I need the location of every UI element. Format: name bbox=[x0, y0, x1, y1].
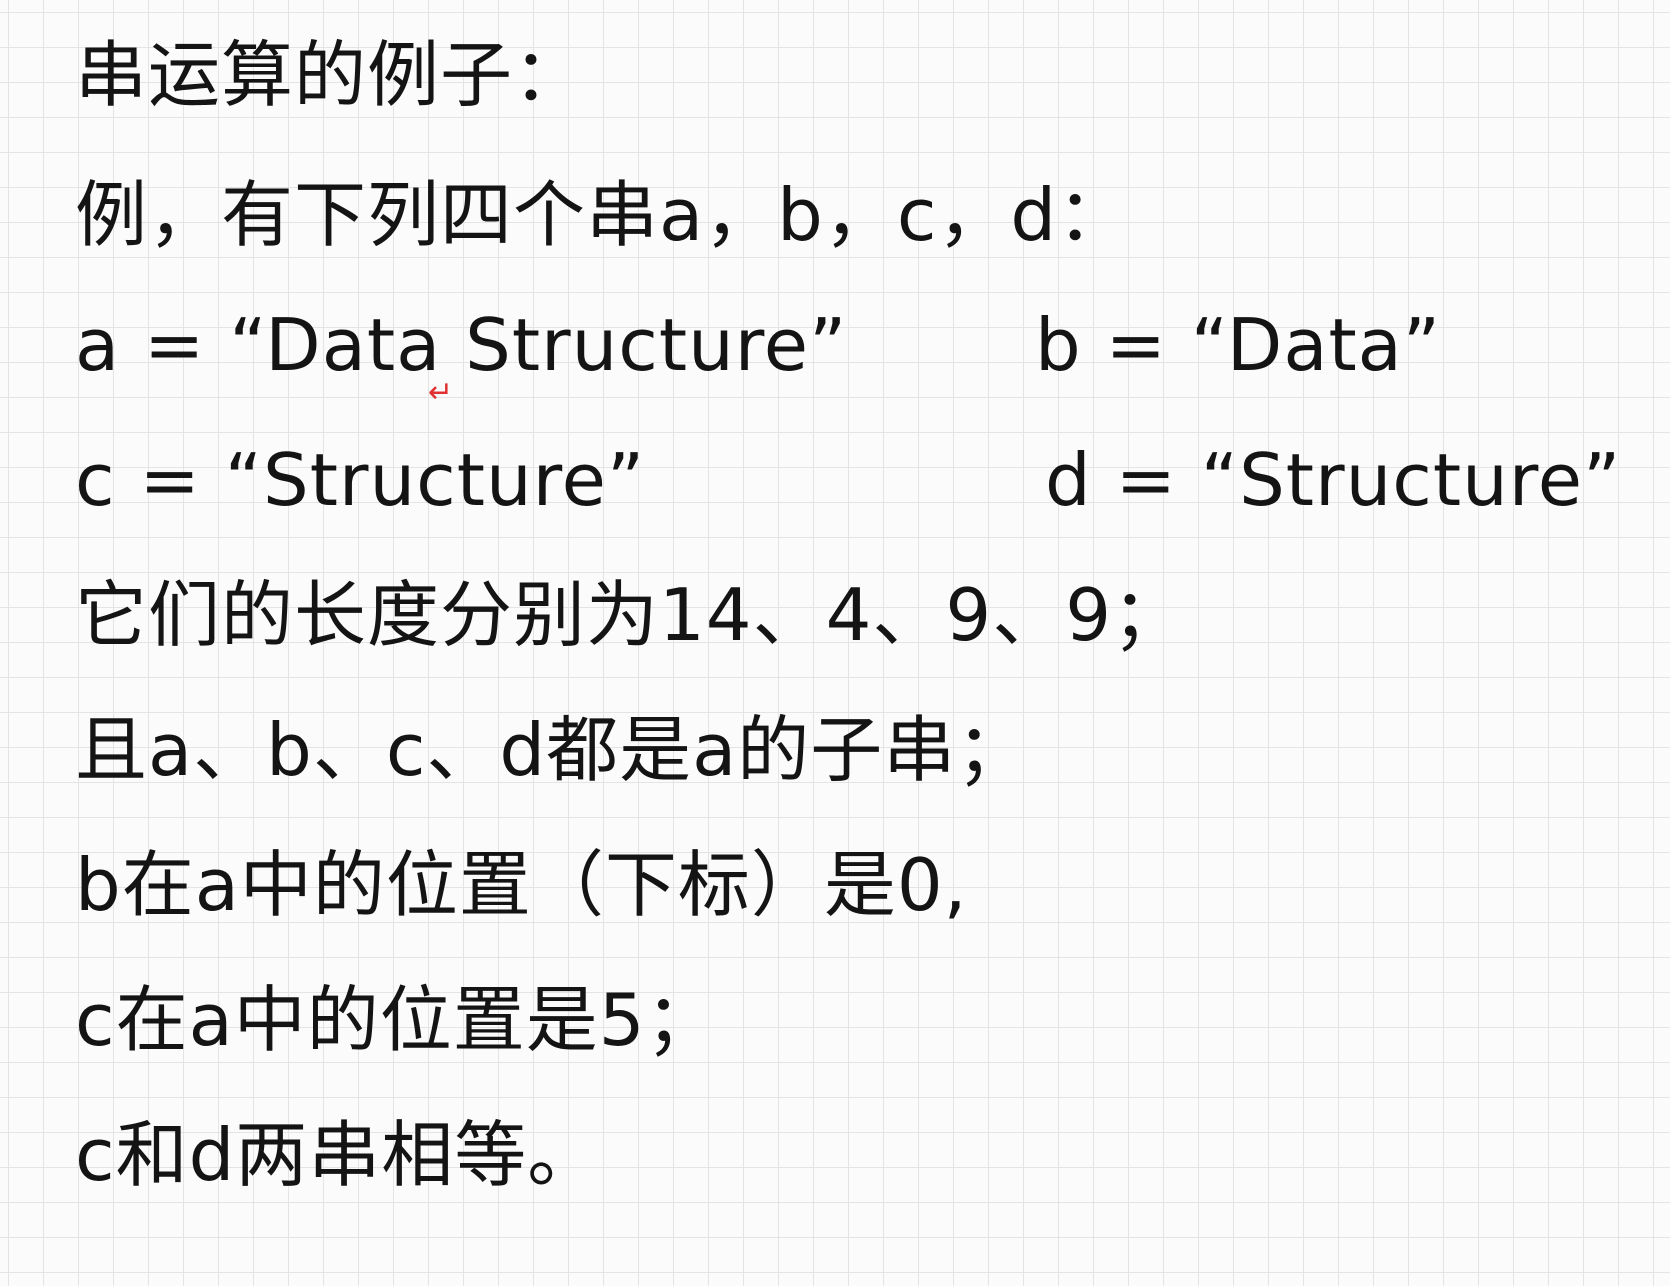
definition-a: a = “Data Structure” bbox=[75, 303, 848, 387]
substrings-line: 且a、b、c、d都是a的子串； bbox=[75, 708, 1030, 792]
lengths-line: 它们的长度分别为14、4、9、9； bbox=[75, 573, 1186, 657]
position-c-line: c在a中的位置是5； bbox=[75, 978, 719, 1062]
position-b-line: b在a中的位置（下标）是0, bbox=[75, 843, 968, 927]
definition-b: b = “Data” bbox=[1035, 303, 1442, 387]
definition-d: d = “Structure” bbox=[1045, 438, 1622, 522]
space-annotation-mark: ↵ bbox=[428, 375, 454, 410]
intro-line: 例，有下列四个串a，b，c，d： bbox=[75, 173, 1131, 257]
definition-c: c = “Structure” bbox=[75, 438, 646, 522]
document-page: { "heading": "串运算的例子：", "intro": "例，有下列四… bbox=[0, 0, 1670, 1286]
equality-line: c和d两串相等。 bbox=[75, 1113, 601, 1197]
heading-line: 串运算的例子： bbox=[75, 33, 587, 117]
